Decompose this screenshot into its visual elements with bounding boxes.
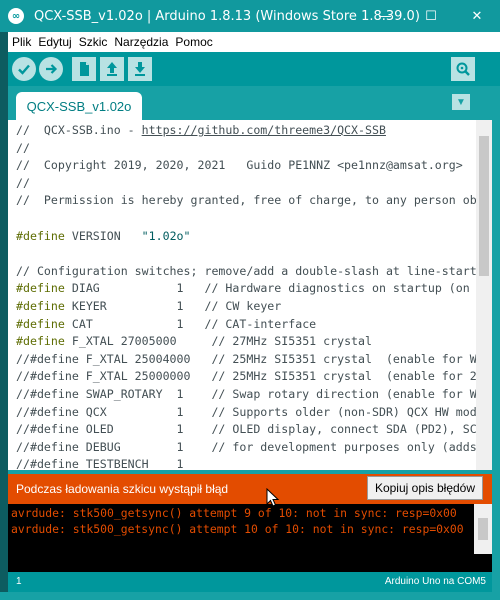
status-bar: 1 Arduino Uno na COM5	[8, 572, 492, 592]
verify-icon	[18, 64, 30, 75]
code-line: // Permission is hereby granted, free of…	[16, 193, 476, 208]
code-line: //#define SWAP_ROTARY 1 // Swap rotary d…	[16, 386, 476, 401]
code-line: #define VERSION "1.02o"	[16, 228, 191, 243]
verify-button[interactable]	[12, 57, 36, 81]
editor-scrollbar-thumb[interactable]	[479, 136, 489, 276]
menu-item-edit[interactable]: Edytuj	[38, 35, 71, 49]
upload-button[interactable]	[39, 57, 63, 81]
open-sketch-button[interactable]	[100, 57, 124, 81]
code-line: //#define TESTBENCH 1	[16, 457, 184, 470]
code-line: //#define OLED 1 // OLED display, connec…	[16, 422, 476, 437]
background-window-strip	[0, 32, 8, 600]
code-line: //#define QCX 1 // Supports older (non-S…	[16, 404, 476, 419]
minimize-button[interactable]: —	[362, 0, 408, 32]
code-editor[interactable]: // QCX-SSB.ino - https://github.com/thre…	[8, 120, 476, 470]
menu-item-file[interactable]: Plik	[12, 35, 31, 49]
mouse-pointer-icon	[266, 488, 280, 507]
arduino-logo-icon: ∞	[8, 8, 24, 24]
menu-item-help[interactable]: Pomoc	[175, 35, 212, 49]
tab-bar: QCX-SSB_v1.02o ▼	[8, 86, 500, 120]
new-sketch-button[interactable]	[72, 57, 96, 81]
console-line: avrdude: stk500_getsync() attempt 9 of 1…	[11, 506, 457, 520]
menu-bar: Plik Edytuj Szkic Narzędzia Pomoc	[8, 32, 500, 52]
toolbar	[8, 52, 500, 86]
arduino-ide-window: ∞ QCX-SSB_v1.02o | Arduino 1.8.13 (Windo…	[0, 0, 500, 600]
console-text: avrdude: stk500_getsync() attempt 9 of 1…	[8, 504, 474, 537]
console-scrollbar-thumb[interactable]	[478, 518, 488, 540]
console-line: avrdude: stk500_getsync() attempt 10 of …	[11, 522, 464, 536]
code-line: #define F_XTAL 27005000 // 27MHz SI5351 …	[16, 334, 372, 349]
code-line: //#define F_XTAL 25000000 // 25MHz SI535…	[16, 369, 476, 384]
error-message: Podczas ładowania szkicu wystąpił błąd	[16, 482, 229, 496]
new-icon	[80, 62, 89, 76]
save-icon	[135, 62, 145, 76]
status-board-port: Arduino Uno na COM5	[384, 576, 486, 587]
console-empty-area	[8, 554, 492, 572]
error-message-bar: Podczas ładowania szkicu wystąpił błąd K…	[8, 474, 492, 504]
code-text[interactable]: // QCX-SSB.ino - https://github.com/thre…	[8, 120, 476, 470]
code-line: //	[16, 175, 30, 190]
copy-error-button[interactable]: Kopiuj opis błędów	[367, 476, 483, 500]
console-scrollbar[interactable]	[474, 504, 492, 554]
close-button[interactable]: ✕	[454, 0, 500, 32]
save-sketch-button[interactable]	[128, 57, 152, 81]
code-line: //	[16, 140, 30, 155]
serial-monitor-button[interactable]	[451, 57, 475, 81]
code-line: //#define DEBUG 1 // for development pur…	[16, 439, 476, 454]
code-line: //#define F_XTAL 25004000 // 25MHz SI535…	[16, 351, 476, 366]
title-bar[interactable]: ∞ QCX-SSB_v1.02o | Arduino 1.8.13 (Windo…	[0, 0, 500, 32]
serial-monitor-icon	[456, 62, 470, 76]
console-output[interactable]: avrdude: stk500_getsync() attempt 9 of 1…	[8, 504, 474, 554]
code-line: #define DIAG 1 // Hardware diagnostics o…	[16, 281, 470, 296]
code-line: // Configuration switches; remove/add a …	[16, 263, 476, 278]
chevron-down-icon: ▼	[456, 96, 466, 108]
editor-scrollbar[interactable]	[476, 120, 492, 470]
code-line: #define KEYER 1 // CW keyer	[16, 298, 282, 313]
window-edge	[492, 86, 500, 600]
status-line-number: 1	[16, 576, 22, 587]
upload-icon	[46, 64, 58, 74]
tab-menu-button[interactable]: ▼	[452, 94, 470, 110]
menu-item-tools[interactable]: Narzędzia	[114, 35, 168, 49]
open-icon	[107, 62, 117, 76]
code-line: #define CAT 1 // CAT-interface	[16, 316, 317, 331]
menu-item-sketch[interactable]: Szkic	[79, 35, 108, 49]
maximize-button[interactable]: ☐	[408, 0, 454, 32]
window-bottom-edge	[0, 592, 500, 600]
tab-sketch[interactable]: QCX-SSB_v1.02o	[16, 92, 142, 120]
code-line: // Copyright 2019, 2020, 2021 Guido PE1N…	[16, 158, 463, 173]
code-line: // QCX-SSB.ino - https://github.com/thre…	[16, 123, 386, 137]
